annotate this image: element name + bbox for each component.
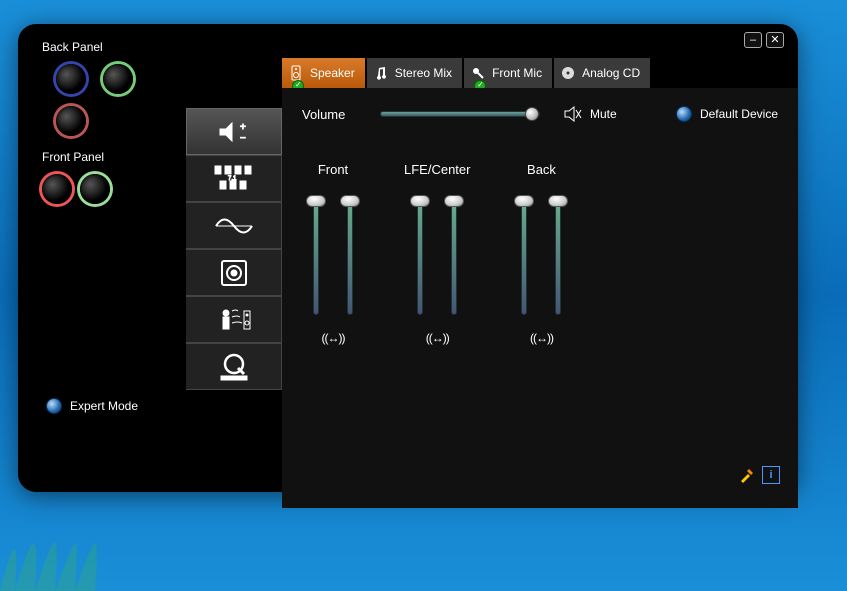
mic-icon	[470, 65, 486, 81]
volume-label: Volume	[302, 107, 362, 122]
back-right-slider[interactable]	[550, 195, 566, 315]
back-left-slider[interactable]	[516, 195, 532, 315]
default-device-button[interactable]: Default Device	[676, 106, 778, 122]
minimize-button[interactable]: –	[744, 32, 762, 48]
info-button[interactable]: i	[762, 466, 780, 484]
default-device-label: Default Device	[700, 107, 778, 121]
audio-control-panel-window: – ✕ Back Panel Front Panel Expert Mode S…	[18, 24, 798, 492]
front-jack-pink[interactable]	[42, 174, 72, 204]
close-button[interactable]: ✕	[766, 32, 784, 48]
channel-back: Back ((↔))	[516, 162, 566, 345]
sidetab-config[interactable]: 7.1	[186, 155, 282, 202]
svg-text:−: −	[240, 133, 246, 144]
desktop-grass-decoration	[0, 511, 200, 591]
window-controls: – ✕	[744, 32, 784, 48]
balance-button[interactable]: ((↔))	[530, 331, 553, 345]
channel-sliders: Front ((↔)) LFE/Center ((↔))	[308, 162, 778, 345]
info-icon: i	[769, 469, 772, 481]
content-area: Speaker Stereo Mix Front Mic	[186, 58, 798, 488]
sidetab-subwoofer[interactable]	[186, 249, 282, 296]
mute-speaker-icon	[564, 106, 582, 122]
sidetab-qsound[interactable]	[186, 343, 282, 390]
back-panel-label: Back Panel	[42, 40, 168, 54]
tab-speaker[interactable]: Speaker	[282, 58, 365, 88]
volume-plusminus-icon: + −	[214, 119, 254, 145]
tools-button[interactable]	[738, 466, 756, 484]
tab-analog-cd[interactable]: Analog CD	[554, 58, 650, 88]
back-jack-orange[interactable]	[56, 106, 86, 136]
lfe-slider[interactable]	[412, 195, 428, 315]
tab-front-mic-label: Front Mic	[492, 66, 542, 80]
sine-wave-icon	[214, 213, 254, 239]
tab-speaker-label: Speaker	[310, 66, 355, 80]
channel-back-label: Back	[527, 162, 556, 177]
channel-lfe-center: LFE/Center ((↔))	[404, 162, 470, 345]
tab-front-mic[interactable]: Front Mic	[464, 58, 552, 88]
expert-mode-button[interactable]: Expert Mode	[46, 398, 138, 414]
balance-button[interactable]: ((↔))	[426, 331, 449, 345]
hardware-jacks-panel: Back Panel Front Panel	[28, 34, 168, 212]
subwoofer-icon	[219, 258, 249, 288]
tab-analog-cd-label: Analog CD	[582, 66, 640, 80]
channel-lfe-label: LFE/Center	[404, 162, 470, 177]
default-device-orb-icon	[676, 106, 692, 122]
sidetab-volume[interactable]: + −	[186, 108, 282, 155]
sidetab-room[interactable]	[186, 296, 282, 343]
speaker-grid-icon: 7.1	[213, 164, 255, 194]
mute-label: Mute	[590, 107, 617, 121]
svg-text:+: +	[240, 122, 246, 133]
svg-text:7.1: 7.1	[228, 176, 237, 182]
balance-button[interactable]: ((↔))	[322, 331, 345, 345]
speaker-icon	[288, 65, 304, 81]
channel-front: Front ((↔))	[308, 162, 358, 345]
footer-icons: i	[738, 466, 780, 484]
sidetab-effects[interactable]	[186, 202, 282, 249]
device-tabs: Speaker Stereo Mix Front Mic	[282, 58, 798, 88]
side-tabs: + − 7.1	[186, 108, 282, 390]
wrench-screwdriver-icon	[738, 466, 756, 484]
back-jack-blue[interactable]	[56, 64, 86, 94]
front-panel-label: Front Panel	[42, 150, 168, 164]
master-volume-thumb[interactable]	[525, 107, 539, 121]
room-person-icon	[214, 305, 254, 335]
center-slider[interactable]	[446, 195, 462, 315]
front-right-slider[interactable]	[342, 195, 358, 315]
qsound-logo-icon	[217, 352, 251, 382]
music-note-icon	[373, 65, 389, 81]
expert-mode-orb-icon	[46, 398, 62, 414]
mute-button[interactable]: Mute	[564, 106, 617, 122]
expert-mode-label: Expert Mode	[70, 399, 138, 413]
speaker-volume-pane: Volume Mute Default Device	[282, 88, 798, 508]
tab-stereo-mix-label: Stereo Mix	[395, 66, 452, 80]
front-left-slider[interactable]	[308, 195, 324, 315]
tab-stereo-mix[interactable]: Stereo Mix	[367, 58, 462, 88]
master-volume-slider[interactable]	[380, 111, 540, 117]
channel-front-label: Front	[318, 162, 348, 177]
back-jack-green[interactable]	[103, 64, 133, 94]
master-volume-row: Volume Mute Default Device	[302, 106, 778, 122]
cd-icon	[560, 65, 576, 81]
front-jack-green[interactable]	[80, 174, 110, 204]
